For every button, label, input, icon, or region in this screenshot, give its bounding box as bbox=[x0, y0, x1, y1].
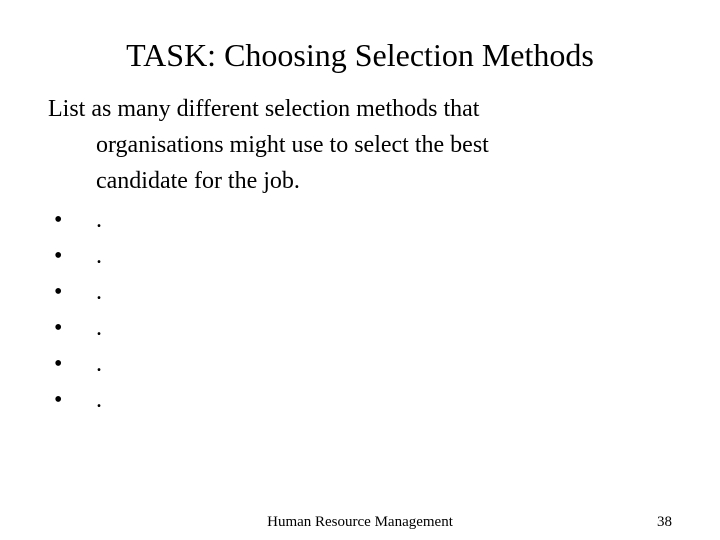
bullet-list: • . • . • . • . • . • . bbox=[48, 202, 672, 418]
slide-title: TASK: Choosing Selection Methods bbox=[48, 36, 672, 74]
list-item: • . bbox=[48, 202, 672, 238]
footer-center-text: Human Resource Management bbox=[267, 514, 453, 531]
list-item: • . bbox=[48, 274, 672, 310]
slide: TASK: Choosing Selection Methods List as… bbox=[0, 0, 720, 540]
bullet-icon: • bbox=[48, 238, 96, 274]
body-line-2: organisations might use to select the be… bbox=[48, 130, 672, 160]
body-line-1: List as many different selection methods… bbox=[48, 94, 672, 124]
list-item-text: . bbox=[96, 382, 102, 418]
bullet-icon: • bbox=[48, 310, 96, 346]
list-item: • . bbox=[48, 238, 672, 274]
list-item-text: . bbox=[96, 346, 102, 382]
bullet-icon: • bbox=[48, 346, 96, 382]
list-item-text: . bbox=[96, 274, 102, 310]
list-item-text: . bbox=[96, 310, 102, 346]
bullet-icon: • bbox=[48, 274, 96, 310]
list-item-text: . bbox=[96, 202, 102, 238]
body-text: List as many different selection methods… bbox=[48, 94, 672, 196]
bullet-icon: • bbox=[48, 382, 96, 418]
list-item: • . bbox=[48, 310, 672, 346]
bullet-icon: • bbox=[48, 202, 96, 238]
list-item: • . bbox=[48, 346, 672, 382]
list-item-text: . bbox=[96, 238, 102, 274]
body-line-3: candidate for the job. bbox=[48, 166, 672, 196]
page-number: 38 bbox=[657, 514, 672, 531]
list-item: • . bbox=[48, 382, 672, 418]
